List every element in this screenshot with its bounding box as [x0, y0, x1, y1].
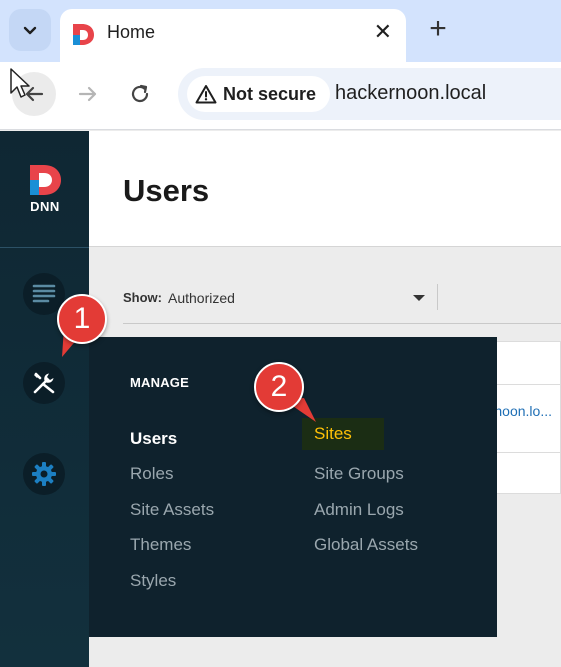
persona-bar: DNN — [0, 131, 89, 667]
menu-item-themes[interactable]: Themes — [130, 535, 191, 555]
dnn-logo-text: DNN — [30, 199, 60, 214]
user-email-link[interactable]: noon.lo... — [494, 403, 552, 419]
step-marker-2: 2 — [254, 362, 304, 412]
step-marker-1: 1 — [57, 294, 107, 344]
new-tab-button[interactable]: + — [424, 14, 452, 46]
reload-icon — [131, 84, 149, 103]
filter-divider — [437, 284, 438, 310]
show-filter-label: Show: — [123, 290, 162, 305]
gear-icon — [32, 462, 56, 486]
settings-menu-button[interactable] — [23, 453, 65, 495]
sidebar-divider — [0, 247, 89, 248]
flyout-heading: MANAGE — [130, 375, 189, 390]
address-bar[interactable]: Not secure hackernoon.local — [178, 68, 561, 120]
browser-tab-strip: Home ✕ + — [0, 0, 561, 62]
tools-icon — [33, 372, 55, 394]
dnn-favicon-icon — [73, 24, 94, 45]
menu-item-global-assets[interactable]: Global Assets — [314, 535, 418, 555]
menu-item-users[interactable]: Users — [130, 429, 177, 449]
url-text[interactable]: hackernoon.local — [335, 82, 486, 105]
page-title: Users — [123, 173, 210, 208]
menu-item-styles[interactable]: Styles — [130, 571, 176, 591]
chevron-down-icon — [23, 26, 37, 35]
user-filter-bar: Show: Authorized — [123, 280, 561, 324]
warning-icon — [195, 85, 217, 104]
menu-item-roles[interactable]: Roles — [130, 464, 173, 484]
forward-button[interactable] — [66, 72, 110, 116]
show-filter-dropdown[interactable]: Authorized — [168, 290, 235, 306]
mouse-cursor-icon — [10, 68, 30, 98]
security-indicator[interactable]: Not secure — [187, 76, 331, 112]
arrow-right-icon — [78, 86, 97, 102]
tab-search-button[interactable] — [9, 9, 51, 51]
browser-toolbar: Not secure hackernoon.local — [0, 62, 561, 130]
browser-tab-home[interactable]: Home ✕ — [60, 9, 406, 62]
menu-item-site-assets[interactable]: Site Assets — [130, 500, 214, 520]
menu-item-site-groups[interactable]: Site Groups — [314, 464, 404, 484]
tab-close-icon[interactable]: ✕ — [374, 19, 392, 45]
page-header: Users — [89, 131, 561, 247]
reload-button[interactable] — [118, 72, 162, 116]
dnn-logo[interactable]: DNN — [22, 163, 68, 215]
security-label: Not secure — [223, 83, 317, 104]
content-list-icon — [32, 284, 56, 303]
tab-title: Home — [107, 22, 156, 42]
menu-item-admin-logs[interactable]: Admin Logs — [314, 500, 404, 520]
manage-menu-button[interactable] — [23, 362, 65, 404]
caret-down-icon[interactable] — [413, 295, 425, 301]
